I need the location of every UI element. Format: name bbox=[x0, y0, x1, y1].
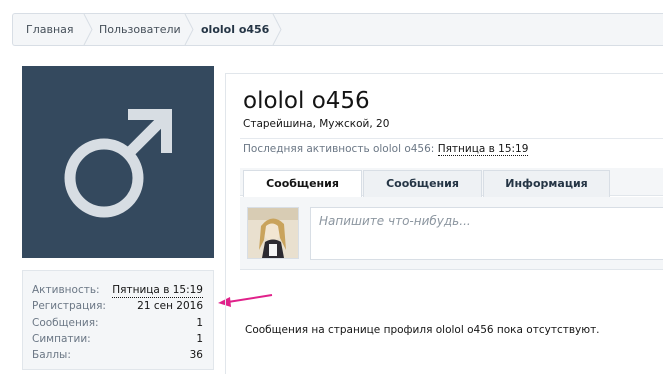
last-activity: Последняя активность ololol o456: Пятниц… bbox=[243, 143, 529, 156]
stat-row-messages: Сообщения: 1 bbox=[32, 317, 203, 333]
stat-row-points: Баллы: 36 bbox=[32, 349, 203, 365]
empty-profile-posts-message: Сообщения на странице профиля ololol o45… bbox=[245, 324, 600, 336]
male-symbol-icon bbox=[64, 109, 172, 218]
tab-recent-activity[interactable]: Сообщения bbox=[363, 170, 482, 197]
breadcrumb-current-link[interactable]: ololol o456 bbox=[201, 14, 269, 45]
stat-value-likes: 1 bbox=[196, 333, 203, 345]
stat-value-messages[interactable]: 1 bbox=[196, 317, 203, 329]
stat-row-registration: Регистрация: 21 сен 2016 bbox=[32, 300, 203, 316]
breadcrumb-separator-icon bbox=[184, 14, 194, 45]
breadcrumb-separator-icon bbox=[83, 14, 93, 45]
last-activity-label: Последняя активность ololol o456: bbox=[243, 143, 435, 155]
stat-label: Баллы: bbox=[32, 349, 71, 361]
avatar[interactable] bbox=[22, 66, 214, 258]
divider bbox=[240, 138, 663, 139]
stat-label: Симпатии: bbox=[32, 333, 91, 345]
stat-value-activity[interactable]: Пятница в 15:19 bbox=[112, 284, 203, 298]
breadcrumb-home-link[interactable]: Главная bbox=[26, 14, 74, 45]
stat-label: Активность: bbox=[32, 284, 100, 296]
stat-row-activity: Активность: Пятница в 15:19 bbox=[32, 284, 203, 300]
profile-stats-panel: Активность: Пятница в 15:19 Регистрация:… bbox=[22, 270, 214, 370]
stat-row-likes: Симпатии: 1 bbox=[32, 333, 203, 349]
stat-value-points[interactable]: 36 bbox=[190, 349, 203, 361]
breadcrumb-users-link[interactable]: Пользователи bbox=[99, 14, 181, 45]
profile-post-input[interactable]: Напишите что-нибудь... bbox=[310, 207, 663, 260]
breadcrumb-separator-icon bbox=[272, 14, 282, 45]
tab-profile-posts[interactable]: Сообщения bbox=[243, 170, 362, 198]
stat-value-registration: 21 сен 2016 bbox=[137, 300, 203, 312]
profile-user-title: Старейшина, Мужской, 20 bbox=[243, 118, 390, 130]
stat-label: Сообщения: bbox=[32, 317, 99, 329]
profile-username: ololol o456 bbox=[243, 88, 370, 114]
last-activity-time[interactable]: Пятница в 15:19 bbox=[437, 143, 529, 156]
stat-label: Регистрация: bbox=[32, 300, 106, 312]
user-avatar-thumbnail[interactable] bbox=[247, 207, 299, 259]
tab-information[interactable]: Информация bbox=[483, 170, 610, 197]
breadcrumb: Главная Пользователи ololol o456 bbox=[12, 13, 663, 46]
